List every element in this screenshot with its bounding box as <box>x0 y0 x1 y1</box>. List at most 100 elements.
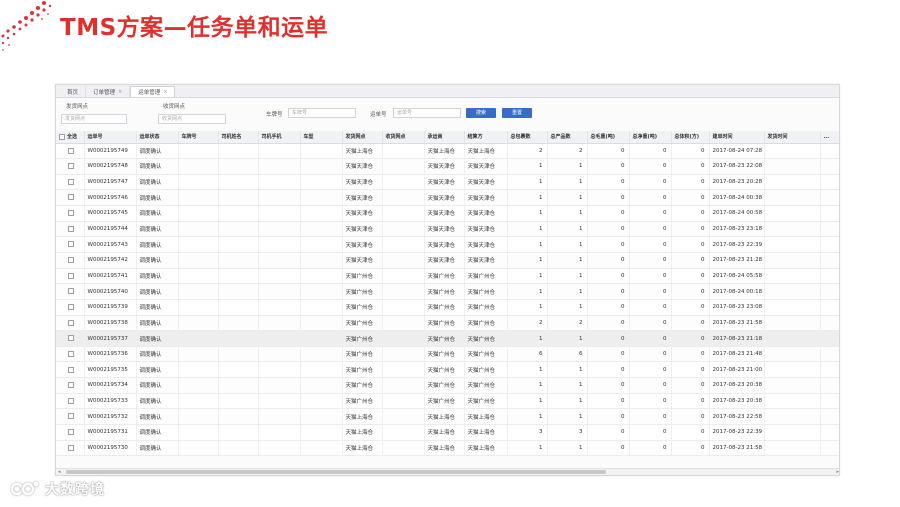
table-cell <box>218 408 259 426</box>
table-row[interactable]: W0002195732 调度确认 天猫上海仓 天猫上海仓 天猫上海仓 1 1 0 0 0 2017-… <box>56 408 839 426</box>
table-row[interactable]: W0002195730 调度确认 天猫上海仓 天猫上海仓 天猫上海仓 1 1 0 0 0 2017-… <box>56 440 839 457</box>
table-row[interactable]: W0002195739 调度确认 天猫广州仓 天猫广州仓 天猫广州仓 1 1 0 0 0 2017-… <box>56 299 839 316</box>
ship-point-input[interactable]: 发货网点 <box>61 114 127 124</box>
table-row[interactable]: W0002195738 调度确认 天猫广州仓 天猫广州仓 天猫广州仓 2 2 0 0 0 2017-… <box>56 315 839 332</box>
row-checkbox[interactable] <box>68 444 75 451</box>
tab-order-management[interactable]: 订单管理 × <box>86 86 131 97</box>
select-all-checkbox[interactable]: 全选 <box>59 133 83 140</box>
table-row[interactable]: W0002195747 调度确认 天猫天津仓 天猫天津仓 天猫天津仓 1 1 0 0 0 2017-… <box>56 174 839 191</box>
column-header[interactable]: 运单号 <box>84 131 137 144</box>
plate-input[interactable]: 车牌号 <box>288 108 356 118</box>
checkbox-icon[interactable] <box>59 133 65 140</box>
recv-point-input[interactable]: 收货网点 <box>158 114 226 124</box>
tab-waybill-management[interactable]: 运单管理 × <box>130 86 176 97</box>
row-checkbox[interactable] <box>68 429 75 436</box>
table-cell <box>178 189 219 207</box>
cell-vol: 0 <box>671 189 710 207</box>
table-row[interactable]: W0002195737 调度确认 天猫广州仓 天猫广州仓 天猫广州仓 1 1 0 0 0 2017-… <box>56 330 839 347</box>
column-header[interactable]: 车牌号 <box>178 131 219 144</box>
table-row[interactable]: W0002195743 调度确认 天猫天津仓 天猫天津仓 天猫天津仓 1 1 0 0 0 2017-… <box>56 236 839 253</box>
row-checkbox[interactable] <box>68 382 75 389</box>
cell-vol: 0 <box>671 330 710 347</box>
table-cell <box>820 361 839 379</box>
row-checkbox[interactable] <box>68 397 75 404</box>
column-header[interactable]: 总包裹数 <box>507 131 548 144</box>
column-header[interactable]: 建单时间 <box>709 131 765 144</box>
search-button[interactable]: 搜索 <box>466 108 496 118</box>
scroll-right-icon[interactable]: ▸ <box>836 469 839 475</box>
row-checkbox[interactable] <box>68 194 75 201</box>
column-header[interactable]: 总净重(吨) <box>629 131 672 144</box>
cell-status: 调度确认 <box>136 143 179 160</box>
table-row[interactable]: W0002195733 调度确认 天猫广州仓 天猫广州仓 天猫广州仓 1 1 0 0 0 2017-… <box>56 393 839 410</box>
row-checkbox[interactable] <box>68 225 75 232</box>
column-header[interactable]: 收货网点 <box>382 131 425 144</box>
row-checkbox[interactable] <box>68 413 75 420</box>
row-checkbox[interactable] <box>68 257 75 264</box>
scroll-left-icon[interactable]: ◂ <box>58 469 61 475</box>
table-cell <box>258 424 301 441</box>
table-cell <box>300 393 343 410</box>
column-header[interactable]: 发货网点 <box>342 131 383 144</box>
column-header[interactable]: 结算方 <box>464 131 508 144</box>
table-cell <box>218 377 259 394</box>
table-row[interactable]: W0002195734 调度确认 天猫广州仓 天猫广州仓 天猫广州仓 1 1 0 0 0 2017-… <box>56 377 839 394</box>
row-checkbox[interactable] <box>68 210 75 217</box>
row-checkbox[interactable] <box>68 178 75 185</box>
table-row[interactable]: W0002195731 调度确认 天猫上海仓 天猫上海仓 天猫上海仓 3 3 0 0 0 2017-… <box>56 424 839 441</box>
row-checkbox[interactable] <box>68 288 75 295</box>
column-header[interactable]: 发货时间 <box>764 131 821 144</box>
close-icon[interactable]: × <box>118 89 122 95</box>
table-row[interactable]: W0002195749 调度确认 天猫上海仓 天猫上海仓 天猫上海仓 2 2 0 0 0 2017-… <box>56 143 839 160</box>
column-header[interactable]: 车型 <box>300 131 343 144</box>
table-row[interactable]: W0002195748 调度确认 天猫天津仓 天猫天津仓 天猫天津仓 1 1 0 0 0 2017-… <box>56 158 839 175</box>
table-row[interactable]: W0002195745 调度确认 天猫天津仓 天猫天津仓 天猫天津仓 1 1 0 0 0 2017-… <box>56 205 839 222</box>
row-checkbox[interactable] <box>68 335 75 342</box>
table-cell <box>764 236 821 253</box>
waybill-input[interactable]: 运单号 <box>393 108 461 118</box>
cell-ship: 天猫广州仓 <box>342 377 383 394</box>
row-checkbox[interactable] <box>68 163 75 170</box>
table-row[interactable]: W0002195746 调度确认 天猫天津仓 天猫天津仓 天猫天津仓 1 1 0 0 0 2017-… <box>56 189 839 207</box>
select-all-header[interactable]: 全选 <box>56 131 85 144</box>
cell-recv <box>382 158 425 175</box>
cell-payer: 天猫广州仓 <box>464 361 508 379</box>
column-header[interactable]: 运单状态 <box>136 131 179 144</box>
cell-net: 0 <box>629 408 672 426</box>
row-checkbox[interactable] <box>68 366 75 373</box>
row-select-cell <box>56 143 85 160</box>
row-checkbox[interactable] <box>68 147 75 154</box>
table-cell <box>764 174 821 191</box>
reset-button[interactable]: 重置 <box>502 108 532 118</box>
tab-home[interactable]: 首页 <box>60 86 87 97</box>
row-select-cell <box>56 268 85 285</box>
cell-ship: 天猫广州仓 <box>342 283 383 300</box>
horizontal-scrollbar[interactable]: ◂ ▸ <box>56 468 839 475</box>
column-header[interactable]: 总毛重(吨) <box>587 131 630 144</box>
table-row[interactable]: W0002195736 调度确认 天猫广州仓 天猫广州仓 天猫广州仓 6 6 0 0 0 2017-… <box>56 346 839 363</box>
row-checkbox[interactable] <box>68 319 75 326</box>
table-row[interactable]: W0002195740 调度确认 天猫广州仓 天猫广州仓 天猫广州仓 1 1 0 0 0 2017-… <box>56 283 839 300</box>
column-header[interactable]: 司机姓名 <box>218 131 259 144</box>
row-checkbox[interactable] <box>68 303 75 310</box>
table-cell <box>820 252 839 269</box>
row-checkbox[interactable] <box>68 241 75 248</box>
close-icon[interactable]: × <box>163 89 167 95</box>
cell-payer: 天猫广州仓 <box>464 377 508 394</box>
column-header[interactable]: 承运商 <box>424 131 465 144</box>
tab-label: 订单管理 <box>93 89 116 96</box>
column-header[interactable]: ... <box>820 131 839 144</box>
column-header[interactable]: 总产品数 <box>547 131 588 144</box>
table-row[interactable]: W0002195744 调度确认 天猫天津仓 天猫天津仓 天猫天津仓 1 1 0 0 0 2017-… <box>56 221 839 238</box>
table-row[interactable]: W0002195741 调度确认 天猫广州仓 天猫广州仓 天猫广州仓 1 1 0 0 0 2017-… <box>56 268 839 285</box>
table-row[interactable]: W0002195735 调度确认 天猫广州仓 天猫广州仓 天猫广州仓 1 1 0 0 0 2017-… <box>56 361 839 379</box>
scrollbar-thumb[interactable] <box>66 470 606 474</box>
cell-prods: 1 <box>547 361 588 379</box>
row-checkbox[interactable] <box>68 350 75 357</box>
column-header[interactable]: 司机手机 <box>258 131 301 144</box>
cell-ship: 天猫上海仓 <box>342 408 383 426</box>
table-row[interactable]: W0002195742 调度确认 天猫天津仓 天猫天津仓 天猫天津仓 1 1 0 0 0 2017-… <box>56 252 839 269</box>
table-cell <box>820 315 839 332</box>
row-checkbox[interactable] <box>68 272 75 279</box>
column-header[interactable]: 总体积(方) <box>671 131 710 144</box>
